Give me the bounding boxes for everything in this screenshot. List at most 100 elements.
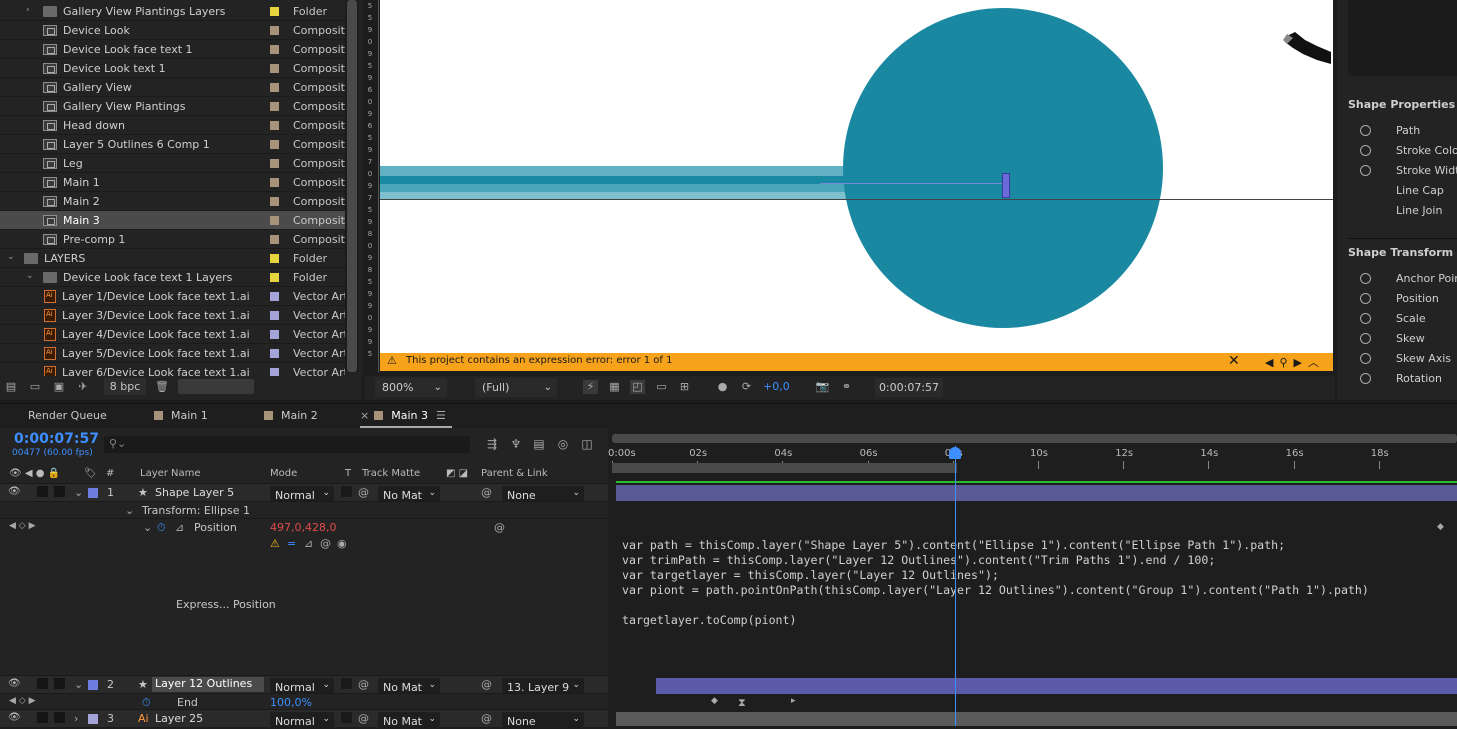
preserve-transparency-switch[interactable] (341, 486, 352, 497)
chevron-down-icon[interactable]: ⌄ (26, 271, 34, 281)
solo-switch[interactable] (37, 712, 48, 723)
layer-row[interactable]: 👁 ⌄ 2 ★ Layer 12 Outlines Normal ⌄ @ No M… (0, 675, 608, 694)
chevron-right-icon[interactable]: › (74, 712, 78, 725)
label-color-swatch[interactable] (270, 311, 279, 320)
eye-icon[interactable]: 👁 (8, 486, 21, 497)
graph-icon[interactable]: ⊿ (304, 537, 313, 550)
property-item[interactable]: Skew (1396, 332, 1425, 345)
project-item[interactable]: Gallery View Compositi (0, 78, 345, 97)
keyframe-marker[interactable]: ◆ (1437, 522, 1444, 532)
project-item[interactable]: Layer 4/Device Look face text 1.ai Vector… (0, 325, 345, 344)
project-item[interactable]: Leg Compositi (0, 154, 345, 173)
project-item[interactable]: Device Look text 1 Compositi (0, 59, 345, 78)
keyframe-marker[interactable]: ◆ (711, 696, 718, 706)
stopwatch-icon[interactable] (1360, 373, 1371, 384)
label-color-swatch[interactable] (270, 83, 279, 92)
label-color-swatch[interactable] (88, 680, 98, 690)
lock-switch[interactable] (54, 486, 65, 497)
keyframe-navigator[interactable]: ◀ ◇ ▶ (9, 696, 36, 706)
layer-row[interactable]: 👁 › 3 Ai Layer 25 Normal ⌄ @ No Mat ⌄ @ No… (0, 709, 608, 728)
time-navigator[interactable] (612, 434, 1457, 443)
label-color-swatch[interactable] (270, 330, 279, 339)
motion-blur-icon[interactable]: ◎ (555, 437, 571, 451)
chevron-down-icon[interactable]: ⌄ (143, 521, 152, 534)
property-row[interactable]: ◀ ◇ ▶ ⌄ ⏱ ⊿ Position 497,0,428,0 @ (0, 518, 608, 536)
label-color-swatch[interactable] (270, 292, 279, 301)
expression-editor[interactable]: var path = thisComp.layer("Shape Layer 5… (622, 538, 1369, 628)
tab-main-2[interactable]: Main 2 (264, 409, 318, 422)
exposure-value[interactable]: +0,0 (763, 380, 790, 393)
label-color-swatch[interactable] (270, 178, 279, 187)
parent-pick-whip-icon[interactable]: @ (481, 712, 492, 725)
lock-switch[interactable] (54, 712, 65, 723)
warning-icon[interactable]: ⚠ (270, 537, 280, 550)
stopwatch-icon[interactable] (1360, 273, 1371, 284)
draft-3d-icon[interactable]: ♆ (508, 437, 524, 451)
resolution-dropdown[interactable]: (Full) ⌄ (475, 378, 557, 397)
new-folder-icon[interactable]: ▭ (28, 380, 42, 393)
pick-whip-icon[interactable]: @ (358, 678, 369, 691)
current-time-display[interactable]: 0:00:07:57 (875, 378, 943, 397)
solo-switch[interactable] (37, 678, 48, 689)
project-item[interactable]: Layer 5/Device Look face text 1.ai Vector… (0, 344, 345, 363)
preserve-transparency-switch[interactable] (341, 712, 352, 723)
bit-depth-button[interactable]: 8 bpc (104, 378, 146, 395)
project-item[interactable]: Device Look face text 1 Compositi (0, 40, 345, 59)
ellipse-shape[interactable] (843, 8, 1163, 328)
project-item[interactable]: ⌄ LAYERS Folder (0, 249, 345, 268)
transparency-grid-icon[interactable]: ▦ (607, 380, 622, 394)
tab-main-1[interactable]: Main 1 (154, 409, 208, 422)
label-color-swatch[interactable] (270, 102, 279, 111)
project-item[interactable]: Main 2 Compositi (0, 192, 345, 211)
label-color-swatch[interactable] (270, 197, 279, 206)
solo-switch[interactable] (37, 486, 48, 497)
chevron-down-icon[interactable]: ⌄ (7, 252, 15, 262)
blend-mode-dropdown[interactable]: Normal ⌄ (270, 486, 334, 502)
pick-whip-icon[interactable]: @ (494, 521, 505, 534)
interpret-footage-icon[interactable]: ▤ (4, 380, 18, 393)
layer-name[interactable]: Layer 25 (155, 712, 203, 725)
project-item[interactable]: Head down Compositi (0, 116, 345, 135)
project-item[interactable]: ⌄ Device Look face text 1 Layers Folder (0, 268, 345, 287)
reset-exposure-icon[interactable]: ⟳ (739, 380, 754, 394)
project-item[interactable]: › Gallery View Piantings Layers Folder (0, 2, 345, 21)
magnification-dropdown[interactable]: 800% ⌄ (375, 378, 447, 397)
parent-pick-whip-icon[interactable]: @ (481, 678, 492, 691)
project-item[interactable]: Layer 3/Device Look face text 1.ai Vector… (0, 306, 345, 325)
property-item[interactable]: Stroke Color (1396, 144, 1457, 157)
render-icon[interactable]: ✈ (76, 380, 90, 393)
mask-visibility-icon[interactable]: ◰ (630, 380, 645, 394)
chevron-down-icon[interactable]: ⌄ (74, 678, 83, 691)
stopwatch-icon[interactable] (1360, 333, 1371, 344)
tab-render-queue[interactable]: Render Queue (28, 409, 107, 422)
pick-whip-icon[interactable]: @ (358, 486, 369, 499)
label-color-swatch[interactable] (270, 254, 279, 263)
composition-viewer[interactable] (380, 0, 1333, 353)
stopwatch-icon[interactable] (1360, 353, 1371, 364)
property-item[interactable]: Scale (1396, 312, 1426, 325)
timeline-search-input[interactable]: ⚲⌄ (104, 436, 470, 453)
property-item[interactable]: Anchor Point (1396, 272, 1457, 285)
expression-enable-icon[interactable]: = (287, 537, 296, 550)
keyframe-marker[interactable]: ⧗ (738, 696, 746, 710)
property-item[interactable]: Stroke Width (1396, 164, 1457, 177)
keyframe-marker[interactable]: ▸ (791, 696, 796, 706)
chevron-down-icon[interactable]: ⌄ (125, 504, 134, 517)
label-color-swatch[interactable] (270, 26, 279, 35)
tab-main-3[interactable]: × Main 3 ☰ (360, 409, 446, 422)
stopwatch-icon[interactable]: ⏱ (142, 696, 151, 710)
frame-blending-icon[interactable]: ▤ (531, 437, 547, 451)
track-matte-dropdown[interactable]: No Mat ⌄ (378, 678, 440, 694)
eye-icon[interactable]: 👁 (8, 712, 21, 723)
parent-dropdown[interactable]: None ⌄ (502, 486, 584, 502)
region-of-interest-icon[interactable]: ▭ (654, 380, 669, 394)
label-color-swatch[interactable] (270, 121, 279, 130)
project-item[interactable]: Pre-comp 1 Compositi (0, 230, 345, 249)
property-item[interactable]: Position (1396, 292, 1439, 305)
layer-name[interactable]: Shape Layer 5 (155, 486, 234, 499)
stopwatch-icon[interactable] (1360, 293, 1371, 304)
new-comp-icon[interactable]: ▣ (52, 380, 66, 393)
layer-duration-bar[interactable] (656, 678, 1457, 694)
label-color-swatch[interactable] (270, 273, 279, 282)
error-navigation[interactable]: ◀⚲▶︿ (1265, 354, 1325, 370)
